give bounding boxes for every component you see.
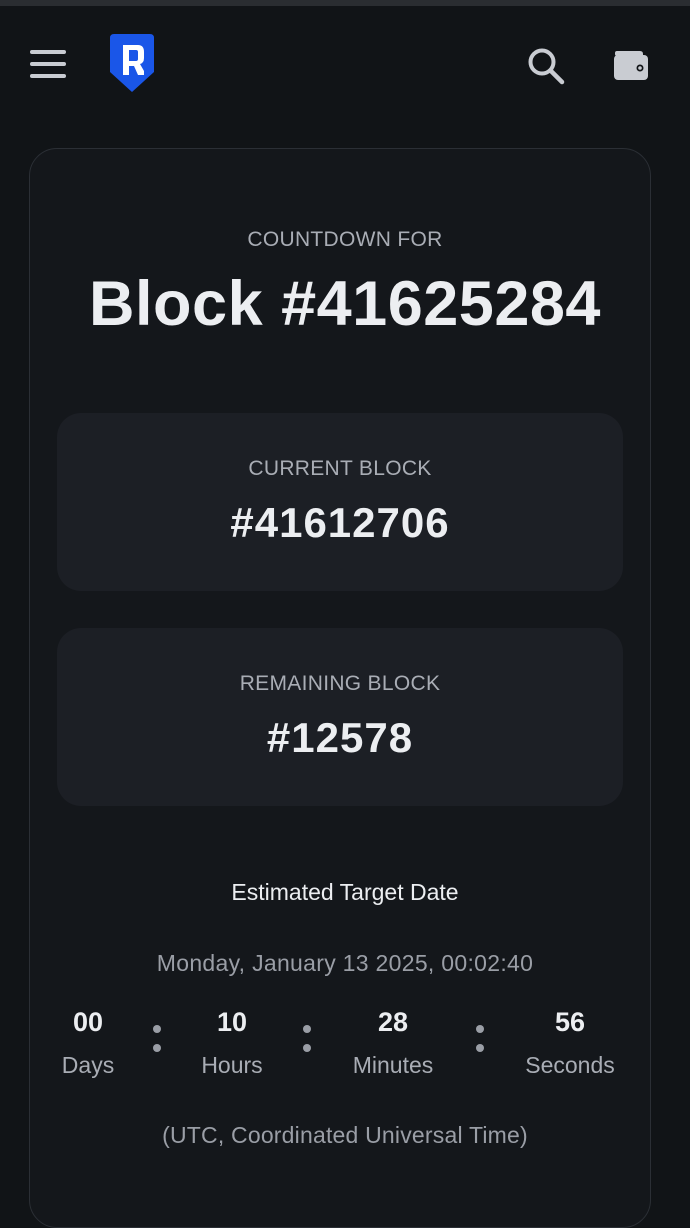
timer-seconds-unit: Seconds <box>525 1052 615 1078</box>
estimated-target-date-value: Monday, January 13 2025, 00:02:40 <box>156 950 534 976</box>
timer-minutes-value: 28 <box>377 1007 409 1037</box>
countdown-label: COUNTDOWN FOR <box>247 228 443 251</box>
search-icon[interactable] <box>526 46 566 86</box>
remaining-block-value: #12578 <box>266 714 414 761</box>
timer-separator <box>303 1025 311 1055</box>
estimated-target-date-title: Estimated Target Date <box>231 879 459 905</box>
ronin-logo-icon[interactable] <box>110 34 154 92</box>
timer-days-value: 00 <box>72 1007 104 1037</box>
timer-days-unit: Days <box>61 1052 115 1078</box>
hamburger-menu-icon[interactable] <box>30 48 66 80</box>
current-block-label: CURRENT BLOCK <box>248 457 432 480</box>
current-block-panel: CURRENT BLOCK #41612706 <box>57 413 623 591</box>
target-block-title: Block #41625284 <box>89 269 601 339</box>
remaining-block-panel: REMAINING BLOCK #12578 <box>57 628 623 806</box>
current-block-value: #41612706 <box>230 499 450 546</box>
timezone-note: (UTC, Coordinated Universal Time) <box>162 1122 528 1148</box>
timer-separator <box>153 1025 161 1055</box>
top-navbar <box>0 6 690 124</box>
timer-seconds-value: 56 <box>554 1007 586 1037</box>
timer-hours-value: 10 <box>216 1007 248 1037</box>
timer-minutes-unit: Minutes <box>352 1052 434 1078</box>
timer-hours-unit: Hours <box>201 1052 263 1078</box>
remaining-block-label: REMAINING BLOCK <box>239 672 441 695</box>
timer-separator <box>476 1025 484 1055</box>
wallet-icon[interactable] <box>612 48 650 82</box>
